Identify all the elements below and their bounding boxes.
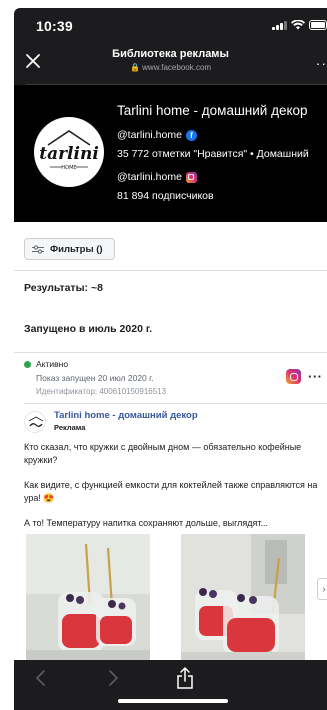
active-dot	[24, 360, 31, 368]
battery-icon	[309, 20, 327, 30]
nav-title: Библиотека рекламы	[112, 48, 229, 60]
page-header: tarlini HOME Tarlini home - домашний дек…	[14, 85, 327, 222]
status-icons	[272, 20, 327, 30]
filters-button[interactable]: Фильтры ()	[24, 238, 115, 260]
group-heading: Запущено в июль 2020 г.	[24, 323, 153, 335]
ad-more-icon[interactable]: ···	[308, 369, 323, 384]
likes-count: 35 772 отметки "Нравится" • Домашний	[117, 148, 309, 160]
wifi-icon	[291, 20, 305, 30]
carousel-image[interactable]	[181, 534, 305, 664]
ad-status: Активно	[24, 359, 68, 369]
advertiser-avatar[interactable]	[24, 411, 46, 433]
carousel-image[interactable]	[26, 534, 150, 664]
share-icon[interactable]	[176, 666, 194, 690]
divider	[14, 270, 327, 271]
facebook-handle[interactable]: @tarlini.home	[117, 129, 182, 141]
facebook-icon: f	[185, 129, 197, 141]
logo-graphic: tarlini HOME	[39, 130, 99, 171]
back-icon[interactable]	[34, 668, 48, 688]
browser-toolbar	[14, 660, 327, 710]
signal-icon	[272, 20, 287, 30]
more-icon[interactable]: ··	[316, 55, 327, 71]
forward-icon[interactable]	[106, 668, 120, 688]
ad-text-paragraph: А то! Температуру напитка сохраняют доль…	[24, 518, 269, 528]
instagram-handle[interactable]: @tarlini.home	[117, 171, 182, 183]
results-content: Фильтры () Результаты: ~8 Запущено в июл…	[14, 222, 327, 664]
url-text: www.facebook.com	[142, 63, 212, 72]
results-count: Результаты: ~8	[24, 282, 103, 294]
instagram-platform-icon	[286, 369, 301, 384]
browser-window: 10:39 Библиотека рекламы 🔒 www.facebook.…	[14, 8, 327, 710]
avatar-graphic	[28, 416, 44, 427]
page-name: Tarlini home - домашний декор	[117, 103, 308, 118]
sliders-icon	[32, 244, 44, 254]
ad-id: Идентификатор: 400610150916513	[36, 387, 167, 396]
instagram-handle-row[interactable]: @tarlini.home	[117, 171, 197, 183]
nav-url: 🔒 www.facebook.com	[14, 63, 327, 72]
drink-photo	[26, 534, 150, 664]
followers-count: 81 894 подписчиков	[117, 190, 214, 202]
logo-text: tarlini	[39, 144, 99, 164]
lock-icon: 🔒	[129, 63, 140, 72]
sponsored-label: Реклама	[54, 423, 86, 432]
ad-start-date: Показ запущен 20 июл 2020 г.	[36, 373, 154, 383]
ad-text-paragraph: Кто сказал, что кружки с двойным дном — …	[24, 442, 302, 465]
instagram-icon	[185, 171, 197, 183]
logo-subtext: HOME	[61, 165, 76, 171]
filters-label: Фильтры ()	[50, 243, 103, 255]
ad-status-label: Активно	[36, 359, 69, 369]
advertiser-name[interactable]: Tarlini home - домашний декор	[54, 410, 198, 421]
carousel-next-button[interactable]: ›	[317, 578, 327, 600]
home-indicator	[118, 699, 228, 703]
divider	[24, 403, 327, 404]
ad-text-paragraph: Как видите, с функцией емкости для кокте…	[24, 480, 318, 503]
top-bar: 10:39 Библиотека рекламы 🔒 www.facebook.…	[14, 8, 327, 85]
drink-photo	[181, 534, 305, 664]
facebook-handle-row[interactable]: @tarlini.home f	[117, 129, 197, 141]
status-time: 10:39	[36, 18, 73, 34]
page-logo[interactable]: tarlini HOME	[34, 117, 104, 187]
ad-card: Активно Показ запущен 20 июл 2020 г. Иде…	[14, 352, 327, 664]
